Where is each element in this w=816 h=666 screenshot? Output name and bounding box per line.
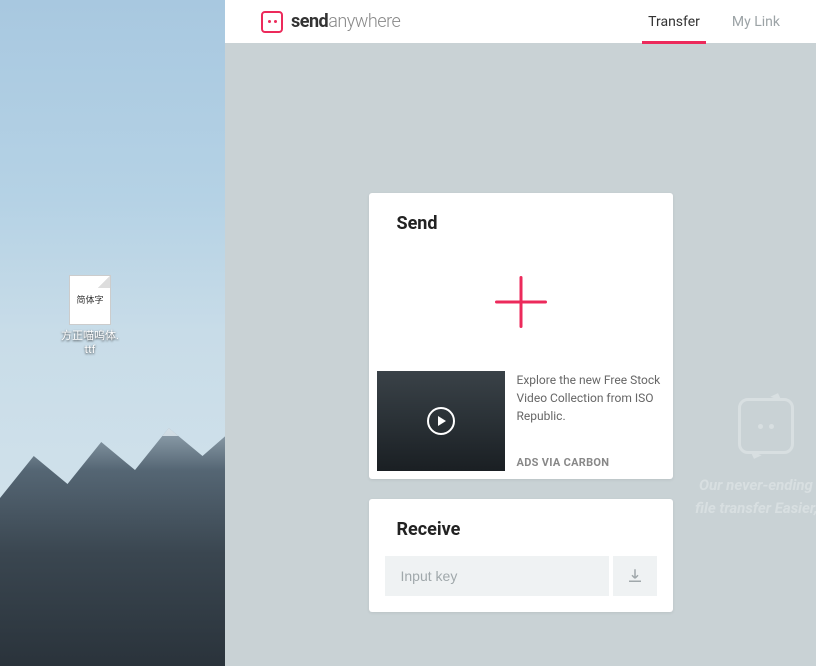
receive-title: Receive	[369, 499, 673, 556]
app-header: sendanywhere Transfer My Link	[225, 0, 816, 43]
plus-icon	[495, 276, 547, 328]
promo-text-line2: file transfer Easier, Fa	[636, 497, 816, 520]
logo[interactable]: sendanywhere	[261, 11, 400, 33]
desktop-area: 简体字 方正喵呜体. ttf	[0, 0, 225, 666]
browser-window: sendanywhere Transfer My Link Send Explo…	[225, 0, 816, 666]
nav-tabs: Transfer My Link	[648, 0, 780, 43]
ad-section[interactable]: Explore the new Free Stock Video Collect…	[369, 362, 673, 479]
desktop-file-label-line1: 方正喵呜体.	[60, 329, 120, 343]
promo-text-line1: Our never-ending go	[636, 474, 816, 497]
play-icon	[427, 407, 455, 435]
receive-input-row	[369, 556, 673, 612]
file-icon-text: 简体字	[70, 276, 110, 326]
tab-my-link[interactable]: My Link	[732, 0, 780, 43]
logo-text: sendanywhere	[291, 11, 400, 32]
file-icon: 简体字	[69, 275, 111, 325]
ad-thumbnail	[377, 371, 505, 471]
desktop-file-icon[interactable]: 简体字 方正喵呜体. ttf	[60, 275, 120, 358]
send-title: Send	[369, 193, 673, 242]
send-card: Send Explore the new Free Stock Video Co…	[369, 193, 673, 479]
promo-icon	[738, 398, 794, 454]
wallpaper-mountains	[0, 386, 225, 666]
download-button[interactable]	[613, 556, 657, 596]
desktop-file-label-line2: ttf	[60, 343, 120, 357]
add-file-area[interactable]	[369, 242, 673, 362]
promo-sidebar: Our never-ending go file transfer Easier…	[636, 398, 816, 519]
logo-icon	[261, 11, 283, 33]
key-input[interactable]	[385, 556, 609, 596]
download-icon	[626, 567, 644, 585]
main-content: Send Explore the new Free Stock Video Co…	[225, 43, 816, 612]
tab-transfer[interactable]: Transfer	[648, 0, 700, 43]
receive-card: Receive	[369, 499, 673, 612]
